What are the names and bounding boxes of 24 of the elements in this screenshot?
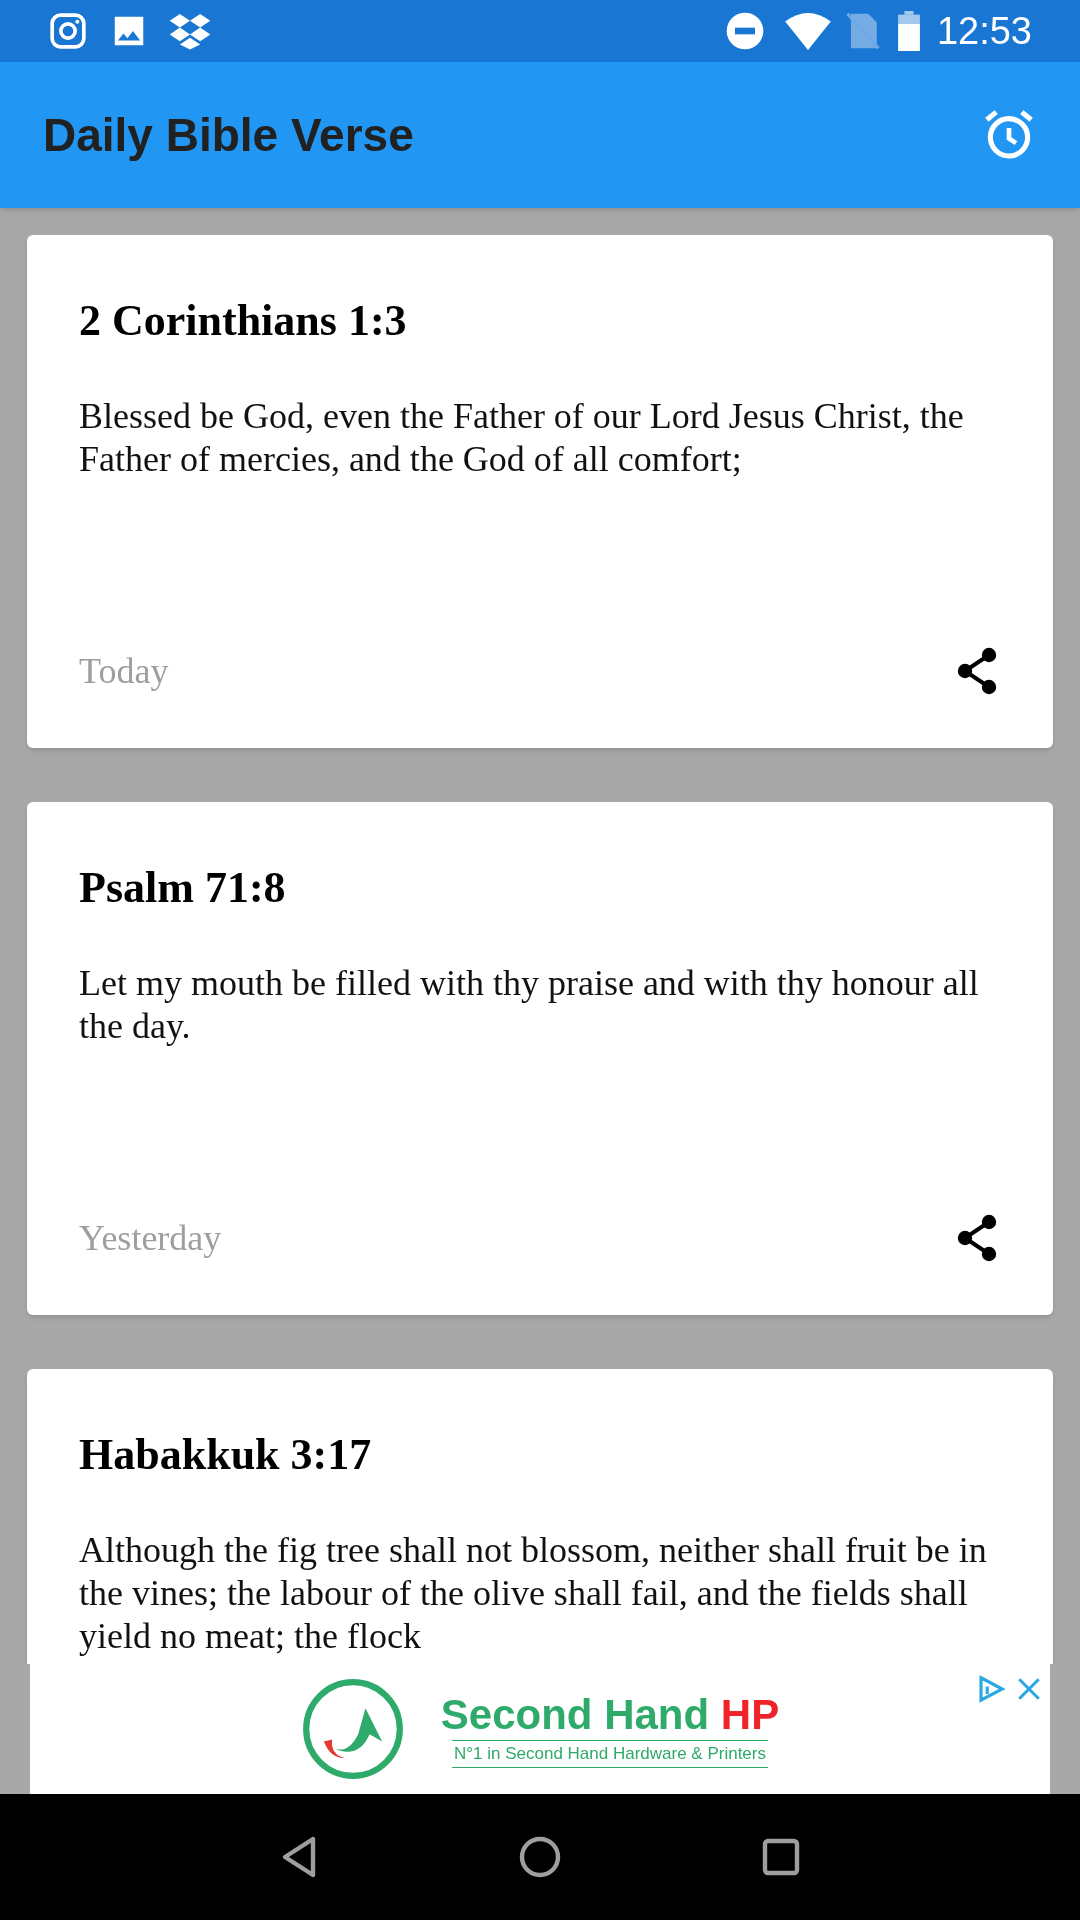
no-sim-icon <box>844 12 881 50</box>
close-icon[interactable] <box>1016 1676 1042 1702</box>
app-title: Daily Bible Verse <box>43 107 415 163</box>
verse-date: Yesterday <box>79 1217 222 1260</box>
verse-date: Today <box>79 650 169 693</box>
ad-brand: Second Hand HP <box>440 1690 780 1741</box>
verse-reference: Habakkuk 3:17 <box>79 1429 373 1481</box>
boxes-icon <box>168 12 212 50</box>
do-not-disturb-icon <box>724 11 765 51</box>
status-time: 12:53 <box>936 8 1032 54</box>
verse-reference: 2 Corinthians 1:3 <box>79 295 408 347</box>
verse-text: Blessed be God, even the Father of our Lord Jesus Christ, the Father of mercies, and the God of all comfort; <box>79 395 965 481</box>
ad-info-icon[interactable] <box>976 1674 1006 1704</box>
logo-icon <box>300 1677 405 1781</box>
recents-icon[interactable] <box>760 1837 801 1877</box>
camera-icon <box>48 11 88 51</box>
home-icon[interactable] <box>518 1835 562 1879</box>
ad-banner[interactable]: Second Hand HP N°1 in Second Hand Hardware & Printers <box>30 1664 1050 1794</box>
verse-text: Let my mouth be filled with thy praise and with thy honour all the day. <box>79 962 980 1048</box>
verse-reference: Psalm 71:8 <box>79 862 287 914</box>
wifi-icon <box>784 12 831 50</box>
battery-icon <box>896 11 921 51</box>
ad-tagline: N°1 in Second Hand Hardware & Printers <box>452 1740 768 1768</box>
verse-text: Although the fig tree shall not blossom, neither shall fruit be in the vines; the labour of the olive shall fail, and the fields shall yield no meat; the flock <box>79 1529 988 1658</box>
